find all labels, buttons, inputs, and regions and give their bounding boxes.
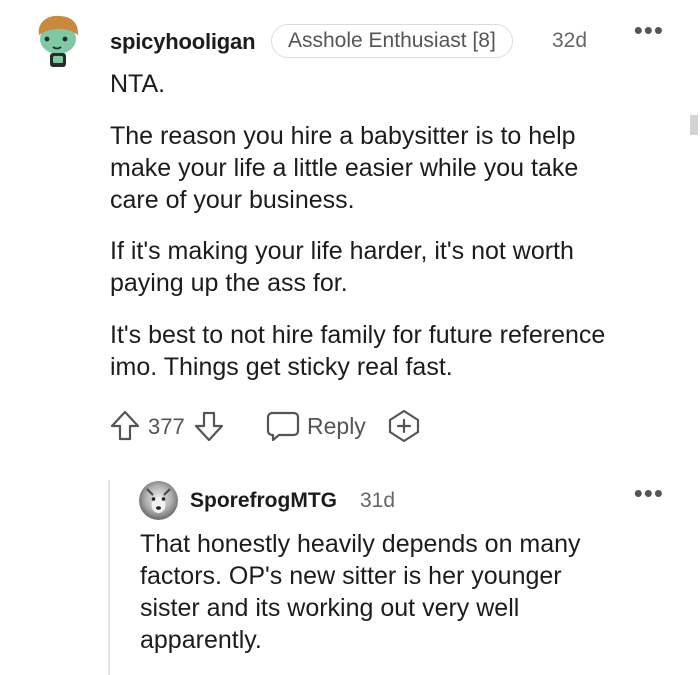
user-flair-badge: Asshole Enthusiast [8] (271, 24, 513, 58)
comment-paragraph: The reason you hire a babysitter is to h… (110, 122, 579, 214)
more-options-icon[interactable]: ••• (634, 17, 664, 43)
comment-author[interactable]: spicyhooligan (110, 29, 256, 55)
reply-avatar-icon[interactable] (139, 481, 178, 520)
more-options-icon[interactable]: ••• (634, 480, 664, 506)
thread-line[interactable] (108, 480, 110, 675)
reply-author[interactable]: SporefrogMTG (190, 489, 337, 513)
user-avatar-icon[interactable] (33, 13, 81, 71)
downvote-arrow-icon[interactable] (194, 410, 224, 442)
reply-age: 31d (360, 489, 396, 512)
upvote-arrow-icon[interactable] (110, 410, 140, 442)
reply-body: That honestly heavily depends on many fa… (140, 530, 581, 654)
comment-paragraph: It's best to not hire family for future … (110, 321, 606, 381)
reply-button[interactable]: Reply (307, 413, 366, 440)
speech-bubble-icon[interactable] (266, 410, 300, 442)
add-award-icon[interactable] (387, 409, 421, 443)
scrollbar-thumb[interactable] (690, 115, 698, 135)
comment-paragraph: NTA. (110, 70, 166, 98)
vote-count: 377 (148, 414, 185, 439)
comment-paragraph: If it's making your life harder, it's no… (110, 237, 574, 297)
comment-age: 32d (552, 29, 588, 52)
